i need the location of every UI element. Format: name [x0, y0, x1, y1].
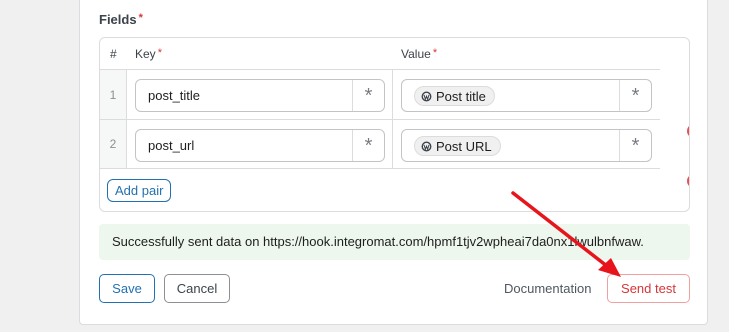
asterisk-icon[interactable]: *: [619, 130, 651, 161]
header-value: Value *: [401, 47, 437, 61]
wordpress-icon: [421, 91, 432, 101]
value-chip-label: Post title: [436, 88, 486, 104]
asterisk-icon[interactable]: *: [619, 80, 651, 111]
wordpress-icon: [421, 141, 432, 151]
add-pair-button[interactable]: Add pair: [107, 179, 172, 202]
key-input[interactable]: post_url *: [135, 129, 385, 162]
value-input[interactable]: Post title *: [401, 79, 652, 112]
column-divider: [392, 70, 393, 119]
required-mark: *: [138, 12, 143, 24]
remove-row-icon[interactable]: ×: [687, 124, 689, 138]
asterisk-icon[interactable]: *: [352, 80, 384, 111]
header-value-label: Value: [401, 47, 431, 61]
remove-row-icon[interactable]: ×: [687, 174, 689, 188]
table-header: # Key * Value *: [100, 38, 689, 69]
fields-table: # Key * Value * 1 post_title * Post title: [99, 37, 690, 212]
key-input-value: post_title: [148, 88, 201, 103]
row-index: 2: [100, 120, 127, 168]
table-row: 1 post_title * Post title *: [100, 69, 660, 119]
header-number: #: [110, 47, 117, 61]
table-row: 2 post_url * Post URL *: [100, 119, 660, 169]
settings-panel: Fields* # Key* Value* 1 post_title *: [79, 0, 708, 325]
key-input-value: post_url: [148, 138, 195, 153]
row-index: 1: [100, 70, 127, 119]
required-mark: *: [157, 47, 162, 59]
value-chip[interactable]: Post title: [414, 86, 495, 106]
fields-label: Fields: [99, 12, 137, 27]
required-mark: *: [432, 47, 438, 59]
fields-heading: Fields *: [99, 12, 143, 27]
value-chip-label: Post URL: [436, 138, 492, 154]
save-button[interactable]: Save: [99, 274, 155, 303]
value-chip[interactable]: Post URL: [414, 136, 501, 156]
key-input[interactable]: post_title *: [135, 79, 385, 112]
column-divider: [392, 120, 393, 168]
cancel-button[interactable]: Cancel: [164, 274, 230, 303]
header-key: Key *: [135, 47, 162, 61]
send-test-button[interactable]: Send test: [607, 274, 690, 303]
header-key-label: Key: [135, 47, 156, 61]
documentation-link[interactable]: Documentation: [504, 281, 591, 296]
asterisk-icon[interactable]: *: [352, 130, 384, 161]
value-input[interactable]: Post URL *: [401, 129, 652, 162]
success-notice: Successfully sent data on https://hook.i…: [99, 224, 690, 260]
